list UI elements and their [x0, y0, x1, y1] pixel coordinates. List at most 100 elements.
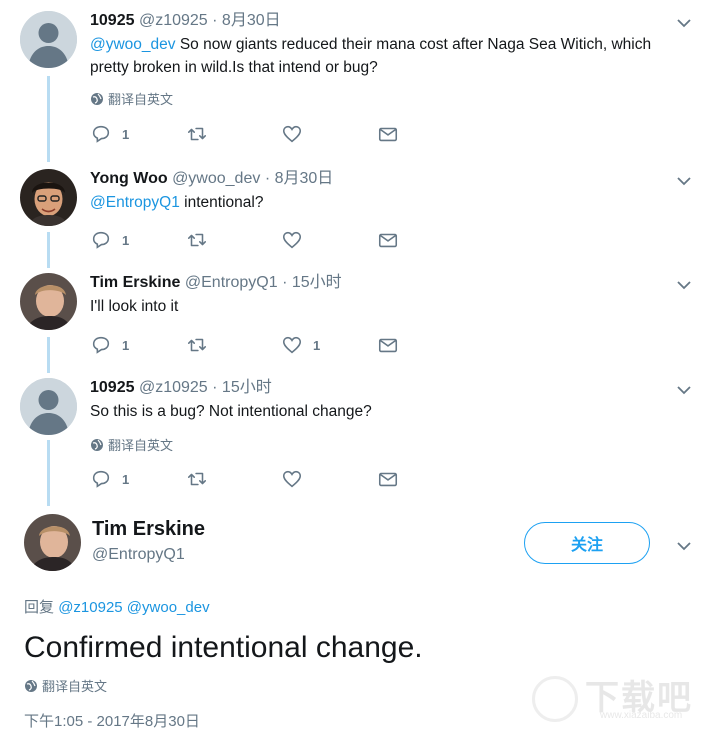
main-tweet-text: Confirmed intentional change.	[24, 631, 423, 664]
tweet-header: Yong Woo @ywoo_dev · 8月30日	[90, 169, 333, 189]
reply-button[interactable]: 1	[90, 334, 129, 356]
like-button[interactable]: 1	[281, 334, 320, 356]
reply-button[interactable]: 1	[90, 229, 129, 251]
avatar[interactable]	[24, 514, 81, 571]
tweet-actions: 1	[90, 229, 410, 253]
like-count: 1	[313, 337, 321, 353]
message-button[interactable]	[377, 123, 399, 145]
chevron-down-icon[interactable]	[676, 277, 692, 293]
avatar[interactable]	[20, 11, 77, 68]
default-avatar-icon	[20, 378, 77, 435]
thread-line	[47, 440, 50, 506]
mention-link[interactable]: @EntropyQ1	[90, 194, 180, 211]
chevron-down-icon[interactable]	[676, 15, 692, 31]
message-button[interactable]	[377, 468, 399, 490]
heart-icon	[282, 470, 302, 488]
retweet-button[interactable]	[186, 123, 218, 145]
reply-count: 1	[122, 471, 130, 487]
translate-link[interactable]: 翻译自英文	[90, 435, 173, 454]
tweet-header: 10925 @z10925 · 15小时	[90, 378, 272, 398]
default-avatar-icon	[20, 11, 77, 68]
reply-to-line: 回复 @z10925 @ywoo_dev	[24, 596, 210, 617]
follow-button[interactable]: 关注	[524, 522, 650, 564]
envelope-icon	[378, 127, 398, 142]
user-handle[interactable]: @EntropyQ1	[185, 274, 278, 291]
retweet-icon	[187, 127, 207, 141]
tweet-actions: 1 1	[90, 334, 410, 358]
like-button[interactable]	[281, 123, 313, 145]
reply-count: 1	[122, 337, 130, 353]
avatar[interactable]	[20, 378, 77, 435]
tweet-time[interactable]: · 15小时	[212, 379, 272, 396]
retweet-button[interactable]	[186, 229, 218, 251]
tweet-text: @ywoo_dev So now giants reduced their ma…	[90, 33, 660, 79]
envelope-icon	[378, 472, 398, 487]
globe-icon	[91, 438, 103, 451]
user-name[interactable]: Tim Erskine	[90, 274, 180, 291]
like-button[interactable]	[281, 468, 313, 490]
thread-line	[47, 76, 50, 162]
retweet-icon	[187, 338, 207, 352]
retweet-icon	[187, 233, 207, 247]
tweet-time[interactable]: · 8月30日	[265, 170, 333, 187]
user-photo-icon	[20, 273, 77, 330]
envelope-icon	[378, 233, 398, 248]
translate-label: 翻译自英文	[108, 438, 174, 453]
tweet-actions: 1	[90, 468, 410, 492]
reply-count: 1	[122, 232, 130, 248]
heart-icon	[282, 231, 302, 249]
watermark-logo-icon	[532, 676, 578, 722]
tweet-text: @EntropyQ1 intentional?	[90, 191, 660, 214]
reply-button[interactable]: 1	[90, 123, 129, 145]
main-user-name[interactable]: Tim Erskine	[92, 518, 205, 541]
mention-link[interactable]: @ywoo_dev	[90, 36, 176, 53]
tweet-time[interactable]: · 15小时	[282, 274, 342, 291]
tweet-header: 10925 @z10925 · 8月30日	[90, 11, 281, 31]
thread-line	[47, 337, 50, 373]
user-handle[interactable]: @ywoo_dev	[172, 170, 260, 187]
avatar[interactable]	[20, 273, 77, 330]
reply-icon	[92, 470, 110, 488]
globe-icon	[91, 92, 103, 105]
reply-icon	[92, 231, 110, 249]
tweet-header: Tim Erskine @EntropyQ1 · 15小时	[90, 273, 342, 293]
chevron-down-icon[interactable]	[676, 382, 692, 398]
watermark-url: www.xiazaiba.com	[600, 710, 683, 721]
heart-icon	[282, 336, 302, 354]
message-button[interactable]	[377, 334, 399, 356]
user-name[interactable]: 10925	[90, 379, 135, 396]
user-name[interactable]: Yong Woo	[90, 170, 168, 187]
translate-link[interactable]: 翻译自英文	[90, 89, 173, 108]
tweet-actions: 1	[90, 123, 410, 147]
user-name[interactable]: 10925	[90, 12, 135, 29]
user-photo-icon	[24, 514, 81, 571]
user-photo-icon	[20, 169, 77, 226]
chevron-down-icon[interactable]	[676, 173, 692, 189]
retweet-button[interactable]	[186, 334, 218, 356]
globe-icon	[25, 679, 37, 692]
reply-prefix: 回复	[24, 599, 55, 616]
tweet-time[interactable]: · 8月30日	[212, 12, 280, 29]
tweet-timestamp[interactable]: 下午1:05 - 2017年8月30日	[24, 710, 200, 731]
main-user-handle[interactable]: @EntropyQ1	[92, 546, 185, 564]
chevron-down-icon[interactable]	[676, 538, 692, 554]
reply-icon	[92, 125, 110, 143]
thread-line	[47, 232, 50, 268]
user-handle[interactable]: @z10925	[139, 379, 208, 396]
reply-count: 1	[122, 126, 130, 142]
retweet-button[interactable]	[186, 468, 218, 490]
heart-icon	[282, 125, 302, 143]
translate-link[interactable]: 翻译自英文	[24, 676, 107, 695]
tweet-text: I'll look into it	[90, 298, 179, 315]
tweet-text: So this is a bug? Not intentional change…	[90, 403, 372, 420]
like-button[interactable]	[281, 229, 313, 251]
avatar[interactable]	[20, 169, 77, 226]
retweet-icon	[187, 472, 207, 486]
translate-label: 翻译自英文	[42, 679, 108, 694]
user-handle[interactable]: @z10925	[139, 12, 208, 29]
message-button[interactable]	[377, 229, 399, 251]
reply-icon	[92, 336, 110, 354]
tweet-text-body: intentional?	[179, 194, 264, 211]
reply-button[interactable]: 1	[90, 468, 129, 490]
reply-mentions[interactable]: @z10925 @ywoo_dev	[58, 599, 209, 616]
